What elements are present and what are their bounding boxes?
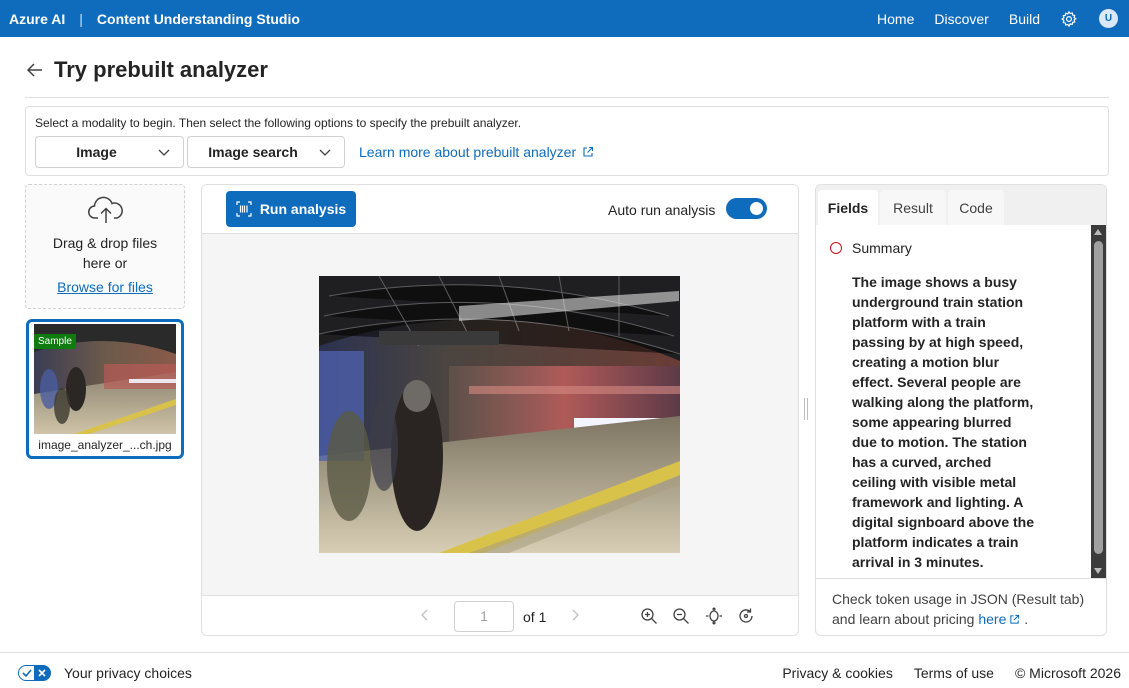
sample-filename: image_analyzer_...ch.jpg — [38, 438, 172, 452]
external-link-icon — [582, 146, 594, 158]
fit-icon[interactable] — [705, 607, 723, 625]
field-label-summary: Summary — [852, 240, 912, 256]
tab-fields[interactable]: Fields — [818, 190, 878, 225]
nav-home[interactable]: Home — [877, 11, 914, 27]
options-card: Select a modality to begin. Then select … — [25, 106, 1109, 176]
footer-links: Privacy & cookies Terms of use © Microso… — [761, 665, 1121, 681]
auto-run-label: Auto run analysis — [608, 202, 716, 218]
privacy-cookies-link[interactable]: Privacy & cookies — [782, 665, 892, 681]
app-name[interactable]: Content Understanding Studio — [97, 11, 300, 27]
brand-separator: | — [79, 10, 83, 27]
header-divider — [25, 97, 1109, 98]
page-number-input[interactable]: 1 — [454, 601, 514, 632]
copyright: © Microsoft 2026 — [1014, 665, 1121, 681]
results-tabs: Fields Result Code — [816, 185, 1106, 225]
privacy-choices-label: Your privacy choices — [64, 665, 192, 681]
modality-value: Image — [76, 144, 117, 160]
privacy-choices[interactable]: Your privacy choices — [18, 665, 192, 681]
learn-more-label: Learn more about prebuilt analyzer — [359, 144, 577, 160]
toggle-knob — [750, 202, 763, 215]
scroll-down-icon[interactable] — [1094, 568, 1102, 574]
zoom-in-icon[interactable] — [640, 607, 658, 625]
tab-result[interactable]: Result — [880, 190, 946, 225]
scrollbar-thumb[interactable] — [1094, 241, 1103, 554]
fields-list: Summary The image shows a busy undergrou… — [816, 225, 1091, 578]
pager-toolbar: 1 of 1 — [202, 596, 798, 635]
nav-build[interactable]: Build — [1009, 11, 1040, 27]
field-radio[interactable] — [830, 242, 842, 254]
learn-more-link[interactable]: Learn more about prebuilt analyzer — [359, 144, 594, 160]
chevron-down-icon — [157, 145, 171, 159]
options-hint: Select a modality to begin. Then select … — [35, 116, 522, 130]
token-usage-text: Check token usage in JSON (Result tab) a… — [832, 591, 1085, 627]
chevron-down-icon — [318, 145, 332, 159]
footer-divider — [0, 652, 1129, 653]
results-panel: Fields Result Code Summary The image sho… — [815, 184, 1107, 636]
fields-scrollbar[interactable] — [1091, 225, 1106, 578]
brand-label[interactable]: Azure AI — [9, 11, 65, 27]
nav-discover[interactable]: Discover — [934, 11, 988, 27]
token-usage-end: . — [1024, 611, 1029, 627]
terms-of-use-link[interactable]: Terms of use — [914, 665, 994, 681]
modality-dropdown[interactable]: Image — [35, 136, 184, 168]
token-usage-note: Check token usage in JSON (Result tab) a… — [816, 578, 1106, 635]
browse-files-link[interactable]: Browse for files — [26, 279, 184, 295]
analyzer-dropdown[interactable]: Image search — [187, 136, 345, 168]
zoom-out-icon[interactable] — [672, 607, 690, 625]
analysis-panel: Run analysis Auto run analysis 1 of 1 — [201, 184, 799, 636]
chevron-left-icon[interactable] — [418, 608, 432, 622]
top-nav: Home Discover Build U — [857, 0, 1129, 37]
drag-drop-text: Drag & drop files here or — [26, 233, 184, 273]
page-count: of 1 — [523, 609, 547, 625]
pricing-link[interactable]: here — [978, 611, 1006, 627]
file-drop-zone[interactable]: Drag & drop files here or Browse for fil… — [25, 184, 185, 309]
drag-drop-line1: Drag & drop files — [52, 235, 158, 251]
cloud-upload-icon — [87, 195, 125, 225]
arrow-left-icon[interactable] — [25, 60, 45, 80]
scroll-up-icon[interactable] — [1094, 229, 1102, 235]
settings-gear-icon[interactable] — [1060, 10, 1078, 28]
run-analysis-button[interactable]: Run analysis — [226, 191, 356, 227]
chevron-right-icon[interactable] — [568, 608, 582, 622]
user-avatar[interactable]: U — [1099, 9, 1118, 28]
sample-file-card[interactable]: Sample image_analyzer_...ch.jpg — [26, 319, 184, 459]
image-viewer — [202, 233, 798, 596]
run-analysis-label: Run analysis — [259, 201, 347, 217]
scan-icon — [236, 201, 252, 217]
page-header: Try prebuilt analyzer — [25, 57, 268, 83]
rotate-icon[interactable] — [737, 607, 755, 625]
auto-run-toggle[interactable] — [726, 198, 767, 219]
panel-splitter[interactable] — [804, 398, 809, 420]
analyzer-value: Image search — [208, 144, 298, 160]
tab-code[interactable]: Code — [948, 190, 1004, 225]
top-bar: Azure AI | Content Understanding Studio … — [0, 0, 1129, 37]
summary-value: The image shows a busy underground train… — [852, 274, 1035, 570]
preview-image — [319, 276, 680, 553]
external-link-icon — [1009, 610, 1020, 624]
page-title: Try prebuilt analyzer — [54, 57, 268, 82]
drag-drop-line2: here or — [82, 255, 128, 271]
privacy-toggle-icon — [18, 665, 51, 681]
sample-badge: Sample — [34, 334, 76, 349]
